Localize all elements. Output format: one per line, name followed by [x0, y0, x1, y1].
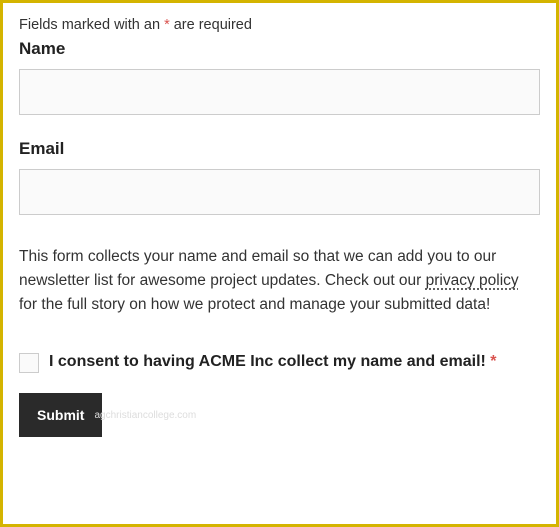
submit-label: Submit: [37, 407, 84, 423]
privacy-policy-link[interactable]: privacy policy: [426, 272, 519, 289]
notice-suffix: are required: [170, 17, 252, 33]
consent-label: I consent to having ACME Inc collect my …: [49, 351, 497, 373]
consent-row: I consent to having ACME Inc collect my …: [19, 351, 540, 373]
name-input[interactable]: [19, 69, 540, 115]
description-part2: for the full story on how we protect and…: [19, 296, 490, 313]
consent-text: I consent to having ACME Inc collect my …: [49, 353, 490, 370]
name-label: Name: [19, 39, 540, 59]
notice-prefix: Fields marked with an: [19, 17, 164, 33]
asterisk-icon: *: [490, 353, 496, 370]
consent-checkbox[interactable]: [19, 353, 39, 373]
submit-button[interactable]: Submit: [19, 393, 102, 437]
email-label: Email: [19, 139, 540, 159]
email-input[interactable]: [19, 169, 540, 215]
required-fields-notice: Fields marked with an * are required: [19, 17, 540, 33]
watermark-text: agchristiancollege.com: [94, 410, 196, 421]
form-container: Fields marked with an * are required Nam…: [0, 0, 559, 527]
form-description: This form collects your name and email s…: [19, 245, 540, 317]
